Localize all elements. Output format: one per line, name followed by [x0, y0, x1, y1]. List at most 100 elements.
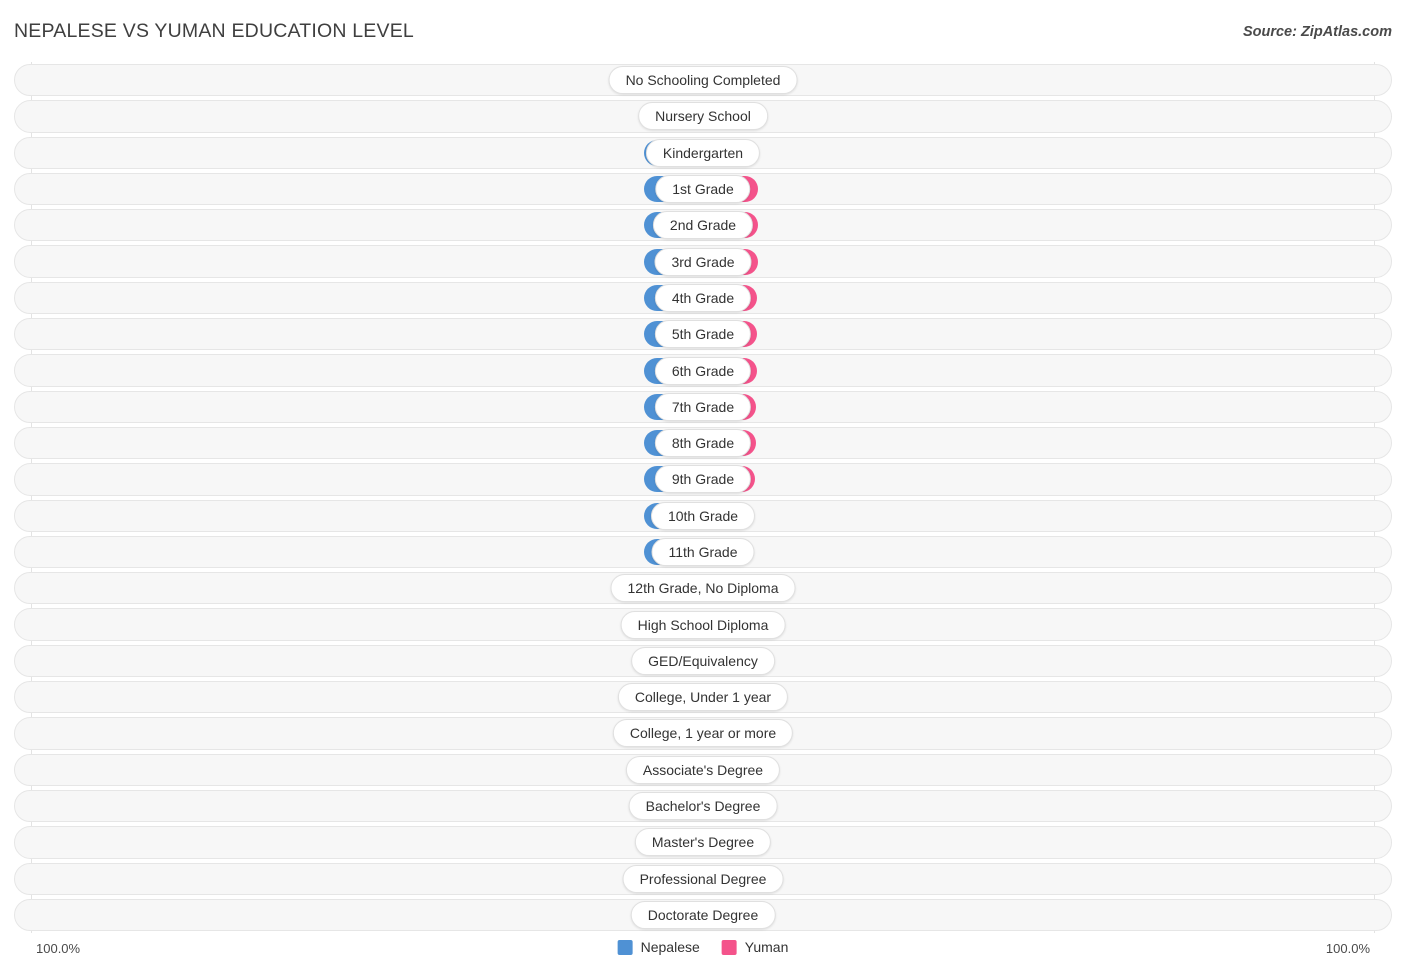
row-half-right: 9.2% — [703, 824, 1392, 860]
category-label: 11th Grade — [651, 538, 755, 566]
chart-row: 10.5%9.2%Master's Degree — [14, 824, 1392, 860]
category-label: 6th Grade — [654, 356, 752, 385]
chart-row: 29.9%24.5%Bachelor's Degree — [14, 788, 1392, 824]
row-half-right: 97.9% — [703, 98, 1392, 134]
category-label: Doctorate Degree — [630, 900, 776, 929]
row-half-right: 97.2% — [703, 280, 1392, 316]
chart-row: 95.5%97.2%4th Grade — [14, 280, 1392, 316]
chart-page: NEPALESE VS YUMAN EDUCATION LEVEL Source… — [0, 0, 1406, 975]
category-label: Bachelor's Degree — [628, 792, 778, 821]
row-half-left: 89.5% — [14, 534, 703, 570]
chart-row: 93.2%95.2%7th Grade — [14, 389, 1392, 425]
chart-row: 62.2%55.1%College, Under 1 year — [14, 679, 1392, 715]
legend-label-yuman: Yuman — [744, 939, 789, 955]
row-half-right: 97.6% — [703, 243, 1392, 279]
row-half-left: 88.1% — [14, 570, 703, 606]
chart-row: 95.9%97.6%3rd Grade — [14, 243, 1392, 279]
chart-row: 85.3%84.0%High School Diploma — [14, 606, 1392, 642]
chart-row: 1.3%1.5%Doctorate Degree — [14, 897, 1392, 933]
row-half-left: 10.5% — [14, 824, 703, 860]
category-label: 2nd Grade — [652, 211, 754, 240]
row-half-left: 96.2% — [14, 98, 703, 134]
category-label: 4th Grade — [654, 283, 752, 312]
chart-row: 90.7%92.0%10th Grade — [14, 498, 1392, 534]
axis-label-left: 100.0% — [36, 941, 81, 956]
chart-row: 96.1%97.8%2nd Grade — [14, 207, 1392, 243]
row-half-right: 55.1% — [703, 679, 1392, 715]
diverging-bar-chart: 3.8%2.5%No Schooling Completed96.2%97.9%… — [14, 62, 1392, 933]
row-half-right: 94.9% — [703, 425, 1392, 461]
row-half-left: 54.9% — [14, 715, 703, 751]
row-half-right: 97.9% — [703, 135, 1392, 171]
row-half-left: 96.1% — [14, 171, 703, 207]
chart-row: 88.1%86.5%12th Grade, No Diploma — [14, 570, 1392, 606]
chart-row: 81.9%79.2%GED/Equivalency — [14, 643, 1392, 679]
legend-item-yuman: Yuman — [721, 939, 789, 955]
row-half-right: 2.5% — [703, 62, 1392, 98]
row-half-left: 62.2% — [14, 679, 703, 715]
row-half-left: 93.2% — [14, 389, 703, 425]
legend-item-nepalese: Nepalese — [617, 939, 700, 955]
row-half-right: 93.8% — [703, 461, 1392, 497]
row-half-left: 96.2% — [14, 135, 703, 171]
category-label: Associate's Degree — [625, 755, 781, 784]
chart-row: 3.8%2.5%No Schooling Completed — [14, 62, 1392, 98]
row-half-left: 94.9% — [14, 352, 703, 388]
row-half-right: 97.8% — [703, 171, 1392, 207]
row-half-left: 92.8% — [14, 425, 703, 461]
row-half-right: 79.2% — [699, 643, 1392, 679]
row-half-left: 85.3% — [14, 606, 703, 642]
chart-row: 95.2%97.0%5th Grade — [14, 316, 1392, 352]
legend-swatch-icon-yuman — [721, 939, 737, 955]
row-half-left: 96.1% — [14, 207, 703, 243]
row-half-right: 89.7% — [703, 534, 1392, 570]
row-half-left: 3.8% — [14, 62, 703, 98]
chart-row: 54.9%48.7%College, 1 year or more — [14, 715, 1392, 751]
legend-label-nepalese: Nepalese — [640, 939, 700, 955]
category-label: Master's Degree — [634, 828, 772, 857]
row-half-right: 1.5% — [703, 897, 1392, 933]
chart-rows: 3.8%2.5%No Schooling Completed96.2%97.9%… — [14, 62, 1392, 933]
category-label: Nursery School — [638, 102, 768, 131]
row-half-right: 86.5% — [703, 570, 1392, 606]
legend-swatch-icon-nepalese — [617, 939, 633, 955]
category-label: 9th Grade — [654, 465, 752, 494]
row-half-left: 92.0% — [14, 461, 703, 497]
chart-row: 92.8%94.9%8th Grade — [14, 425, 1392, 461]
category-label: 7th Grade — [654, 392, 752, 421]
row-half-left: 95.5% — [14, 280, 703, 316]
row-half-right: 92.0% — [703, 498, 1392, 534]
row-half-left: 95.2% — [14, 316, 703, 352]
category-label: Professional Degree — [622, 864, 784, 893]
row-half-right: 96.7% — [703, 352, 1392, 388]
row-half-left: 39.0% — [14, 752, 703, 788]
row-half-left: 90.7% — [14, 498, 703, 534]
row-half-right: 3.3% — [703, 861, 1392, 897]
category-label: College, Under 1 year — [617, 683, 789, 712]
row-half-right: 95.2% — [703, 389, 1392, 425]
chart-footer: 100.0% 100.0% Nepalese Yuman — [14, 935, 1392, 969]
row-half-left: 1.3% — [14, 897, 703, 933]
category-label: High School Diploma — [620, 610, 786, 639]
row-half-left: 95.9% — [14, 243, 703, 279]
category-label: 12th Grade, No Diploma — [610, 574, 796, 603]
chart-row: 96.2%97.9%Kindergarten — [14, 135, 1392, 171]
category-label: 5th Grade — [654, 320, 752, 349]
row-half-right: 97.8% — [703, 207, 1392, 243]
chart-row: 96.2%97.9%Nursery School — [14, 98, 1392, 134]
page-title: NEPALESE VS YUMAN EDUCATION LEVEL — [14, 20, 414, 42]
row-half-left: 29.9% — [14, 788, 703, 824]
chart-header: NEPALESE VS YUMAN EDUCATION LEVEL Source… — [0, 0, 1406, 62]
chart-row: 39.0%31.3%Associate's Degree — [14, 752, 1392, 788]
row-half-left: 81.9% — [14, 643, 703, 679]
category-label: No Schooling Completed — [608, 66, 798, 95]
axis-label-right: 100.0% — [1325, 941, 1370, 956]
row-half-right: 31.3% — [703, 752, 1392, 788]
category-label: 8th Grade — [654, 429, 752, 458]
row-half-right: 24.5% — [703, 788, 1392, 824]
chart-row: 3.2%3.3%Professional Degree — [14, 861, 1392, 897]
chart-row: 89.5%89.7%11th Grade — [14, 534, 1392, 570]
row-half-right: 97.0% — [703, 316, 1392, 352]
category-label: College, 1 year or more — [612, 719, 794, 748]
source-attribution: Source: ZipAtlas.com — [1242, 24, 1392, 40]
